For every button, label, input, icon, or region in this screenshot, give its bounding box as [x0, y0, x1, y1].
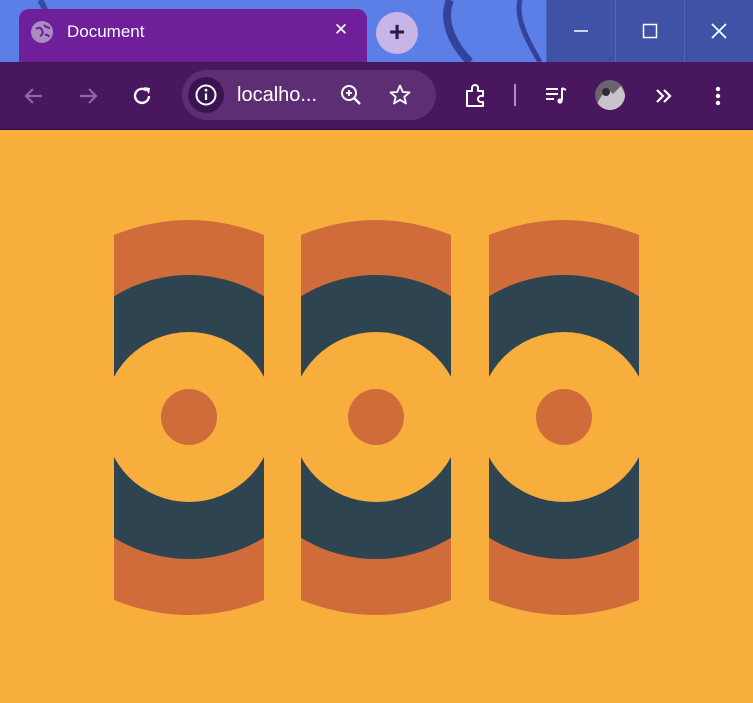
- browser-toolbar: localho...: [0, 62, 753, 130]
- browser-tab[interactable]: Document ✕: [19, 9, 367, 62]
- tab-close-button[interactable]: ✕: [331, 20, 351, 40]
- center-dot: [161, 389, 217, 445]
- extensions-icon[interactable]: [463, 83, 489, 109]
- back-arrow-icon[interactable]: [21, 83, 47, 109]
- minimize-button[interactable]: [546, 0, 615, 62]
- browser-titlebar: Document ✕ +: [0, 0, 753, 62]
- maximize-button[interactable]: [615, 0, 684, 62]
- tab-title: Document: [67, 22, 145, 41]
- center-dot: [348, 389, 404, 445]
- profile-avatar[interactable]: [595, 80, 625, 110]
- page-viewport: [0, 130, 753, 703]
- bookmark-star-icon[interactable]: [387, 82, 413, 108]
- zoom-icon[interactable]: [338, 82, 364, 108]
- close-window-button[interactable]: [684, 0, 753, 62]
- menu-icon[interactable]: [705, 83, 731, 109]
- forward-arrow-icon[interactable]: [75, 83, 101, 109]
- concentric-pattern: [114, 220, 639, 615]
- url-text[interactable]: localho...: [237, 83, 317, 107]
- more-tools-icon[interactable]: [651, 83, 677, 109]
- globe-icon: [31, 21, 53, 43]
- address-bar[interactable]: localho...: [182, 70, 436, 120]
- toolbar-divider: [514, 84, 516, 106]
- center-dot: [536, 389, 592, 445]
- window-controls: [546, 0, 753, 62]
- new-tab-button[interactable]: +: [376, 12, 418, 54]
- maximize-icon: [642, 23, 658, 39]
- site-info-icon[interactable]: [188, 77, 224, 113]
- reload-icon[interactable]: [129, 83, 155, 109]
- media-control-icon[interactable]: [543, 83, 569, 109]
- minimize-icon: [574, 30, 588, 32]
- close-icon: [711, 23, 727, 39]
